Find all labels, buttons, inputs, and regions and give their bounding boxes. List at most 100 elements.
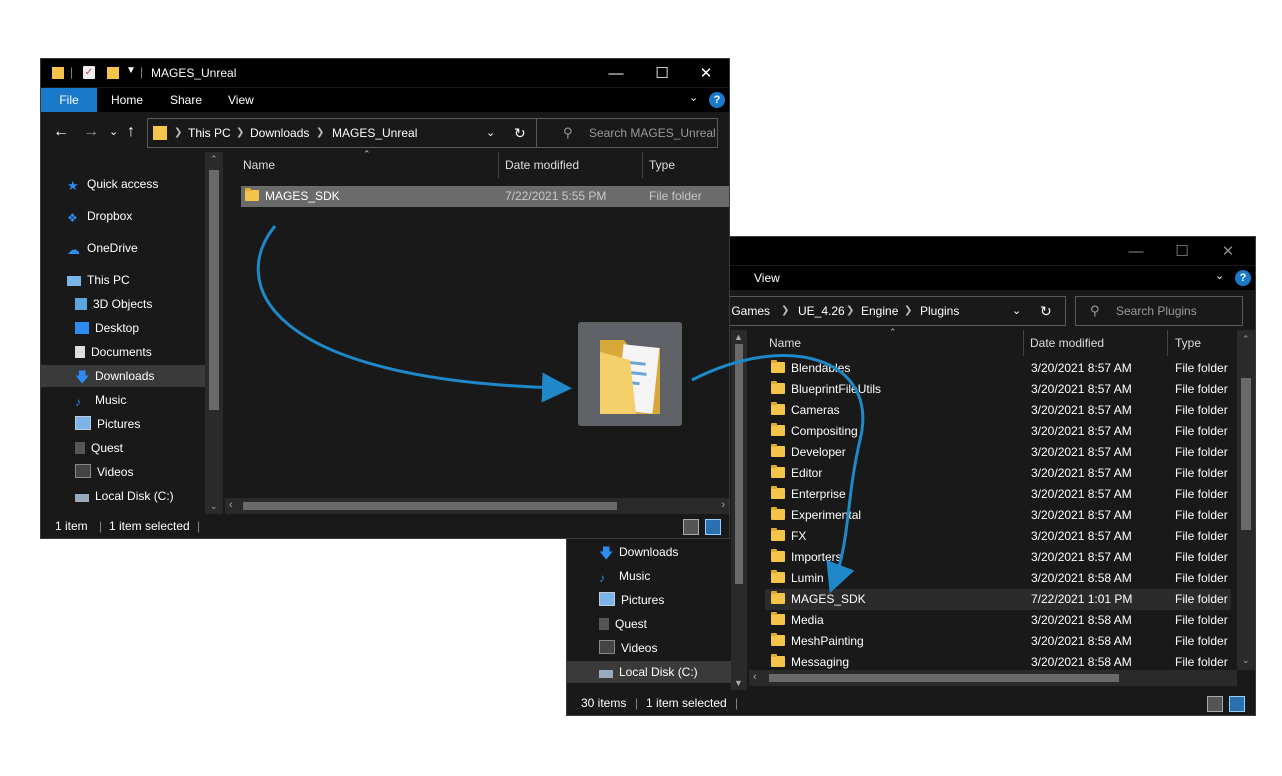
nav-item-videos[interactable]: Videos	[567, 637, 657, 659]
table-row[interactable]: Compositing 3/20/2021 8:57 AM File folder	[765, 421, 1231, 442]
table-row[interactable]: Lumin 3/20/2021 8:58 AM File folder	[765, 568, 1231, 589]
table-row[interactable]: Media 3/20/2021 8:58 AM File folder	[765, 610, 1231, 631]
table-row[interactable]: MeshPainting 3/20/2021 8:58 AM File folder	[765, 631, 1231, 652]
file-hscroll-thumb[interactable]	[769, 674, 1119, 682]
nav-item-desktop[interactable]: Desktop	[41, 317, 139, 339]
refresh-icon[interactable]: ↻	[1040, 297, 1052, 325]
nav-item-documents[interactable]: Documents	[41, 341, 152, 363]
column-header-name[interactable]: Name	[769, 330, 801, 356]
column-header-type[interactable]: Type	[649, 152, 675, 178]
table-row[interactable]: Editor 3/20/2021 8:57 AM File folder	[765, 463, 1231, 484]
maximize-button[interactable]: ☐	[1159, 237, 1205, 265]
file-hscroll-thumb[interactable]	[243, 502, 617, 510]
recent-dropdown-icon[interactable]: ⌄	[109, 118, 118, 146]
table-row-selected[interactable]: MAGES_SDK 7/22/2021 5:55 PM File folder	[241, 186, 729, 207]
column-header-date[interactable]: Date modified	[1030, 330, 1104, 356]
scroll-up-arrow[interactable]: ⌃	[210, 154, 218, 165]
scroll-down-arrow[interactable]: ⌄	[1242, 655, 1250, 666]
scroll-down-arrow[interactable]: ⌄	[210, 501, 218, 512]
scroll-left-arrow[interactable]: ‹	[753, 671, 757, 683]
file-hscrollbar[interactable]: ‹	[749, 670, 1237, 686]
help-icon[interactable]: ?	[1235, 270, 1251, 286]
column-header-type[interactable]: Type	[1175, 330, 1201, 356]
table-row[interactable]: Experimental 3/20/2021 8:57 AM File folder	[765, 505, 1231, 526]
nav-item-pictures[interactable]: Pictures	[567, 589, 664, 611]
tab-view[interactable]: View	[228, 88, 254, 112]
table-row[interactable]: Blendables 3/20/2021 8:57 AM File folder	[765, 358, 1231, 379]
breadcrumb-item[interactable]: Plugins	[920, 297, 959, 325]
tab-share[interactable]: Share	[170, 88, 202, 112]
help-icon[interactable]: ?	[709, 92, 725, 108]
column-header-name[interactable]: Name	[243, 152, 275, 178]
refresh-icon[interactable]: ↻	[514, 119, 526, 147]
back-arrow-icon[interactable]: ←	[53, 118, 69, 146]
column-separator[interactable]	[1167, 330, 1168, 356]
scroll-left-arrow[interactable]: ‹	[229, 499, 233, 511]
file-scroll-thumb[interactable]	[1241, 378, 1251, 530]
nav-item-this-pc[interactable]: This PC	[41, 269, 130, 291]
address-bar[interactable]: c Games ❯ UE_4.26 ❯ Engine ❯ Plugins ⌄ ↻	[717, 296, 1066, 326]
file-scrollbar[interactable]: ⌃ ⌄	[1237, 330, 1255, 670]
breadcrumb-item[interactable]: This PC	[188, 119, 231, 147]
details-view-icon[interactable]	[1207, 696, 1223, 712]
table-row[interactable]: Importers 3/20/2021 8:57 AM File folder	[765, 547, 1231, 568]
table-row[interactable]: FX 3/20/2021 8:57 AM File folder	[765, 526, 1231, 547]
forward-arrow-icon[interactable]: →	[83, 118, 99, 146]
column-separator[interactable]	[642, 152, 643, 178]
nav-item-music[interactable]: ♪ Music	[41, 389, 126, 411]
column-header-date[interactable]: Date modified	[505, 152, 579, 178]
nav-item-quest[interactable]: Quest	[41, 437, 123, 459]
column-separator[interactable]	[1023, 330, 1024, 356]
new-folder-icon[interactable]	[107, 67, 119, 79]
nav-item-local-disk[interactable]: Local Disk (C:)	[567, 661, 731, 683]
chevron-down-icon[interactable]: ⌄	[689, 91, 698, 104]
breadcrumb-item[interactable]: UE_4.26	[798, 297, 845, 325]
breadcrumb-item[interactable]: Engine	[861, 297, 898, 325]
details-view-icon[interactable]	[683, 519, 699, 535]
minimize-button[interactable]: —	[1113, 237, 1159, 265]
nav-item-onedrive[interactable]: ☁ OneDrive	[41, 237, 138, 259]
nav-item-downloads[interactable]: 🡇 Downloads	[41, 365, 205, 387]
nav-item-music[interactable]: ♪ Music	[567, 565, 650, 587]
scroll-right-arrow[interactable]: ›	[721, 499, 725, 511]
file-hscrollbar[interactable]: ‹ ›	[225, 498, 729, 514]
nav-scroll-thumb[interactable]	[209, 170, 219, 410]
table-row[interactable]: BlueprintFileUtils 3/20/2021 8:57 AM File …	[765, 379, 1231, 400]
nav-item-videos[interactable]: Videos	[41, 461, 133, 483]
breadcrumb-item[interactable]: Downloads	[250, 119, 309, 147]
nav-scrollbar[interactable]: ⌃ ⌄	[205, 152, 223, 514]
chevron-down-icon[interactable]: ⌄	[486, 119, 495, 147]
breadcrumb-item[interactable]: MAGES_Unreal	[332, 119, 417, 147]
nav-scroll-thumb[interactable]	[735, 344, 743, 584]
nav-item-quest[interactable]: Quest	[567, 613, 647, 635]
tab-view[interactable]: View	[754, 266, 780, 290]
scroll-up-arrow[interactable]: ⌃	[1242, 334, 1250, 345]
maximize-button[interactable]: ☐	[639, 59, 685, 87]
up-arrow-icon[interactable]: ↑	[127, 118, 135, 146]
address-bar[interactable]: ❯ This PC ❯ Downloads ❯ MAGES_Unreal ⌄ ↻	[147, 118, 537, 148]
search-box[interactable]: ⚲ Search MAGES_Unreal	[536, 118, 718, 148]
nav-item-pictures[interactable]: Pictures	[41, 413, 140, 435]
chevron-down-icon[interactable]: ⌄	[1215, 269, 1224, 282]
tab-home[interactable]: Home	[111, 88, 143, 112]
scroll-down-arrow[interactable]: ▼	[734, 678, 743, 688]
properties-icon[interactable]: ✓	[83, 66, 95, 79]
chevron-down-icon[interactable]: ⌄	[1012, 297, 1021, 325]
large-icons-view-icon[interactable]	[1229, 696, 1245, 712]
tab-file[interactable]: File	[41, 88, 97, 112]
search-box[interactable]: ⚲ Search Plugins	[1075, 296, 1243, 326]
nav-item-quick-access[interactable]: ★ Quick access	[41, 173, 158, 195]
scroll-up-arrow[interactable]: ▲	[734, 332, 743, 342]
nav-item-local-disk[interactable]: Local Disk (C:)	[41, 485, 174, 507]
close-button[interactable]: ✕	[683, 59, 729, 87]
column-separator[interactable]	[498, 152, 499, 178]
table-row[interactable]: Enterprise 3/20/2021 8:57 AM File folder	[765, 484, 1231, 505]
table-row[interactable]: MAGES_SDK 7/22/2021 1:01 PM File folder	[765, 589, 1231, 610]
nav-item-dropbox[interactable]: ❖ Dropbox	[41, 205, 132, 227]
table-row[interactable]: Developer 3/20/2021 8:57 AM File folder	[765, 442, 1231, 463]
qat-dropdown-icon[interactable]: ▼	[126, 65, 136, 76]
close-button[interactable]: ✕	[1205, 237, 1251, 265]
large-icons-view-icon[interactable]	[705, 519, 721, 535]
table-row[interactable]: Cameras 3/20/2021 8:57 AM File folder	[765, 400, 1231, 421]
nav-scrollbar[interactable]: ▲ ▼	[731, 330, 747, 690]
